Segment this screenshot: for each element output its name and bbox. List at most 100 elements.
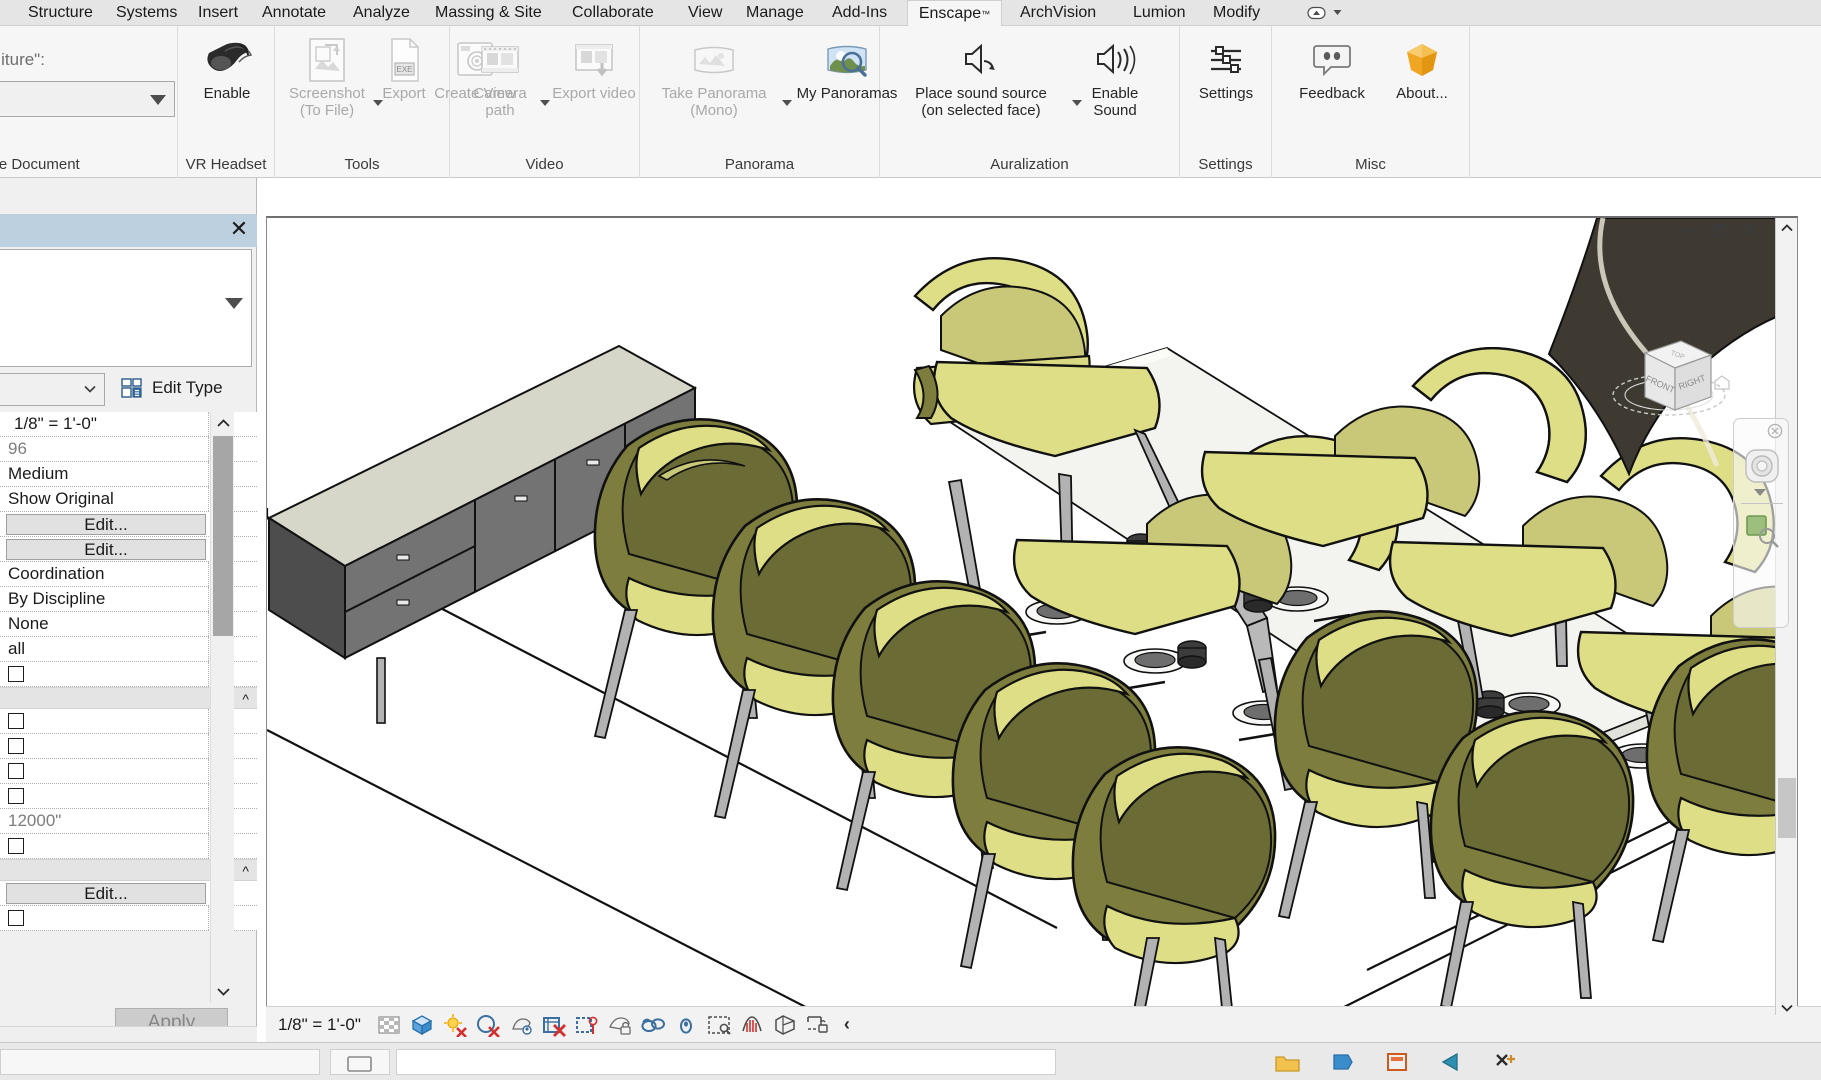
tab-systems[interactable]: Systems (106, 0, 187, 26)
hide-crop-region-icon[interactable] (377, 1013, 401, 1037)
button-label: Enable (204, 86, 251, 103)
document-dropdown[interactable] (0, 81, 175, 117)
about-button[interactable]: About... (1378, 34, 1466, 103)
temporary-view-properties-icon[interactable] (773, 1013, 797, 1037)
ribbon-minimize-control[interactable] (1307, 3, 1351, 22)
tab-label: Annotate (262, 4, 326, 22)
tab-label: Structure (28, 4, 93, 22)
render-icon[interactable] (509, 1013, 533, 1037)
tab-collaborate[interactable]: Collaborate (562, 0, 664, 26)
unlocked-3d-view-icon[interactable] (608, 1013, 632, 1037)
scroll-up-arrow-icon[interactable] (211, 412, 235, 434)
type-selector-combobox[interactable] (0, 373, 105, 406)
checkbox[interactable] (8, 788, 24, 804)
button-label: Place sound source (on selected face) (915, 86, 1047, 120)
checkbox[interactable] (8, 666, 24, 682)
column-divider (208, 759, 209, 783)
tab-structure[interactable]: Structure (18, 0, 103, 26)
tab-massing-site[interactable]: Massing & Site (425, 0, 552, 26)
close-icon[interactable] (1741, 221, 1759, 237)
scroll-down-arrow-icon[interactable] (211, 980, 235, 1002)
tab-label: Analyze (353, 4, 410, 22)
screenshot-to-file-button[interactable]: Screenshot (To File) (279, 34, 375, 120)
place-sound-source-button[interactable]: Place sound source (on selected face) (886, 34, 1076, 120)
tab-add-ins[interactable]: Add-Ins (822, 0, 897, 26)
shadows-off-icon[interactable] (476, 1013, 500, 1037)
temporary-hide-isolate-icon[interactable] (641, 1013, 665, 1037)
tab-lumion[interactable]: Lumion (1123, 0, 1195, 26)
view-control-icons (377, 1013, 830, 1037)
take-panorama-mono-button[interactable]: Take Panorama (Mono) (644, 34, 784, 120)
view-window-buttons (1679, 221, 1759, 237)
tab-label: Modify (1213, 4, 1260, 22)
tab-modify[interactable]: Modify (1203, 0, 1270, 26)
tab-insert[interactable]: Insert (188, 0, 248, 26)
button-label: Export (382, 86, 425, 103)
3d-view-canvas[interactable]: FRONT RIGHT TOP (266, 216, 1798, 1016)
about-icon (1398, 34, 1446, 86)
tab-analyze[interactable]: Analyze (343, 0, 420, 26)
taskbar-segment-2[interactable] (330, 1049, 390, 1075)
edit-button[interactable]: Edit... (6, 539, 206, 560)
visual-style-icon[interactable] (410, 1013, 434, 1037)
restore-icon[interactable] (1710, 221, 1728, 237)
type-preview-box[interactable] (0, 249, 252, 367)
drawing-area: FRONT RIGHT TOP (266, 216, 1821, 1044)
collapse-view-controls-button[interactable]: ‹ (844, 1014, 850, 1035)
app-orange-icon[interactable] (1385, 1051, 1409, 1073)
tab-manage[interactable]: Manage (736, 0, 814, 26)
minimize-icon[interactable] (1679, 221, 1697, 237)
take-panorama-icon (688, 34, 740, 86)
checkbox[interactable] (8, 713, 24, 729)
chevron-down-icon[interactable] (1754, 489, 1766, 496)
analytical-model-icon[interactable] (740, 1013, 764, 1037)
checkbox[interactable] (8, 838, 24, 854)
property-value: 12000" (0, 811, 61, 831)
settings-button[interactable]: Settings (1184, 34, 1268, 103)
export-exe-icon: EXE (382, 34, 426, 86)
app-blue-icon[interactable] (1331, 1051, 1355, 1073)
app-teal-icon[interactable] (1439, 1051, 1463, 1073)
folders-icon[interactable] (1275, 1051, 1301, 1073)
crop-region-hidden-icon[interactable] (575, 1013, 599, 1037)
palette-vertical-scrollbar[interactable] (210, 412, 234, 1002)
worksharing-display-icon[interactable] (707, 1013, 731, 1037)
column-divider (208, 612, 209, 636)
edit-button[interactable]: Edit... (6, 514, 206, 535)
scrollbar-thumb[interactable] (1778, 778, 1796, 838)
zoom-region-icon[interactable] (1744, 513, 1780, 554)
panel-title: Settings (1180, 156, 1271, 173)
reveal-hidden-elements-icon[interactable] (674, 1013, 698, 1037)
tab-annotate[interactable]: Annotate (252, 0, 336, 26)
steering-wheel-icon[interactable] (1743, 447, 1781, 490)
checkbox[interactable] (8, 738, 24, 754)
view-cube[interactable]: FRONT RIGHT TOP (1607, 313, 1737, 443)
view-scale-label[interactable]: 1/8" = 1'-0" (278, 1015, 361, 1035)
feedback-button[interactable]: Feedback (1280, 34, 1384, 103)
column-divider (208, 734, 209, 758)
close-icon[interactable] (1767, 423, 1783, 444)
scrollbar-thumb[interactable] (213, 436, 233, 636)
close-icon[interactable]: ✕ (229, 220, 249, 240)
crop-view-off-icon[interactable] (542, 1013, 566, 1037)
sun-path-off-icon[interactable] (443, 1013, 467, 1037)
tab-enscape[interactable]: Enscape™ (907, 0, 1002, 27)
enable-sound-button[interactable]: Enable Sound (1076, 34, 1154, 120)
camera-path-button[interactable]: Camera path (458, 34, 542, 120)
chevron-down-icon[interactable] (225, 298, 243, 309)
button-label: Export video (552, 86, 635, 103)
tab-view[interactable]: View (678, 0, 732, 26)
tab-archvision[interactable]: ArchVision (1010, 0, 1106, 26)
taskbar-segment-1[interactable] (0, 1049, 320, 1075)
app-plus-icon[interactable] (1493, 1051, 1517, 1073)
checkbox[interactable] (8, 910, 24, 926)
measure-icon[interactable] (806, 1013, 830, 1037)
enable-vr-button[interactable]: Enable (186, 34, 268, 103)
taskbar-search-field[interactable] (396, 1049, 1056, 1075)
edit-type-button[interactable]: Edit Type (120, 376, 223, 400)
edit-button[interactable]: Edit... (6, 883, 206, 904)
checkbox[interactable] (8, 763, 24, 779)
scroll-up-arrow-icon[interactable] (1776, 218, 1797, 238)
export-video-button[interactable]: Export video (540, 34, 648, 103)
scroll-down-arrow-icon[interactable] (1776, 998, 1797, 1016)
